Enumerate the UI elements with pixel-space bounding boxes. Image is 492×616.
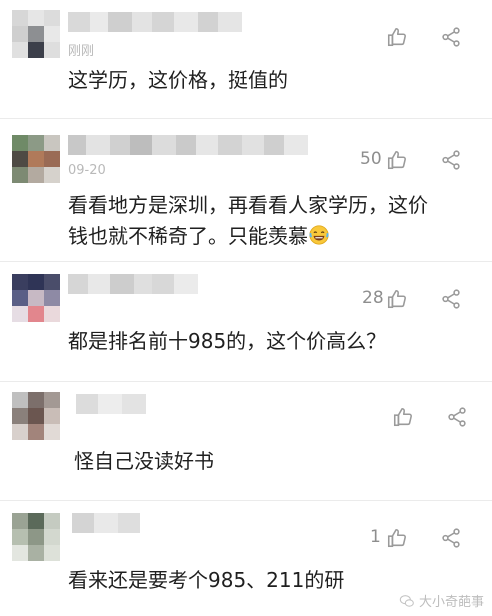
share-icon[interactable] bbox=[440, 288, 462, 310]
wechat-icon bbox=[399, 594, 414, 607]
timestamp: 刚刚 bbox=[68, 44, 95, 59]
comment-4: 怪自己没读好书 bbox=[0, 382, 492, 500]
laughing-tears-emoji bbox=[309, 225, 329, 245]
comment-1: 刚刚 这学历，这价格，挺值的 bbox=[0, 0, 492, 110]
username-blurred[interactable] bbox=[68, 274, 198, 294]
watermark-text: 大小奇葩事 bbox=[418, 595, 484, 610]
comment-text: 怪自己没读好书 bbox=[74, 449, 214, 473]
avatar[interactable] bbox=[12, 392, 60, 440]
like-count: 28 bbox=[362, 288, 384, 308]
thumbs-up-icon[interactable] bbox=[392, 406, 414, 428]
comment-text: 看来还是要考个985、211的研 bbox=[68, 568, 345, 592]
comment-2: 09-20 50 看看地方是深圳，再看看人家学历，这价 钱也就不稀奇了。只能羡慕 bbox=[0, 119, 492, 261]
avatar[interactable] bbox=[12, 135, 60, 183]
share-icon[interactable] bbox=[446, 406, 468, 428]
comment-text-line-1: 看看地方是深圳，再看看人家学历，这价 bbox=[68, 193, 428, 217]
comment-text: 这学历，这价格，挺值的 bbox=[68, 68, 288, 92]
share-icon[interactable] bbox=[440, 26, 462, 48]
thumbs-up-icon[interactable] bbox=[386, 149, 408, 171]
username-blurred[interactable] bbox=[76, 394, 146, 414]
avatar[interactable] bbox=[12, 10, 60, 58]
username-blurred[interactable] bbox=[68, 135, 308, 155]
like-count: 1 bbox=[370, 527, 381, 547]
username-blurred[interactable] bbox=[68, 12, 242, 32]
share-icon[interactable] bbox=[440, 149, 462, 171]
comment-text-line-2: 钱也就不稀奇了。只能羡慕 bbox=[68, 221, 330, 252]
comment-text: 都是排名前十985的，这个价高么？ bbox=[68, 329, 387, 353]
timestamp: 09-20 bbox=[68, 163, 106, 178]
username-blurred[interactable] bbox=[72, 513, 140, 533]
watermark: 大小奇葩事 bbox=[399, 591, 484, 610]
avatar[interactable] bbox=[12, 513, 60, 561]
comment-text-line-2-text: 钱也就不稀奇了。只能羡慕 bbox=[68, 224, 308, 248]
thumbs-up-icon[interactable] bbox=[386, 527, 408, 549]
avatar[interactable] bbox=[12, 274, 60, 322]
thumbs-up-icon[interactable] bbox=[386, 26, 408, 48]
like-count: 50 bbox=[360, 149, 382, 169]
comment-3: 28 都是排名前十985的，这个价高么？ bbox=[0, 262, 492, 382]
thumbs-up-icon[interactable] bbox=[386, 288, 408, 310]
share-icon[interactable] bbox=[440, 527, 462, 549]
